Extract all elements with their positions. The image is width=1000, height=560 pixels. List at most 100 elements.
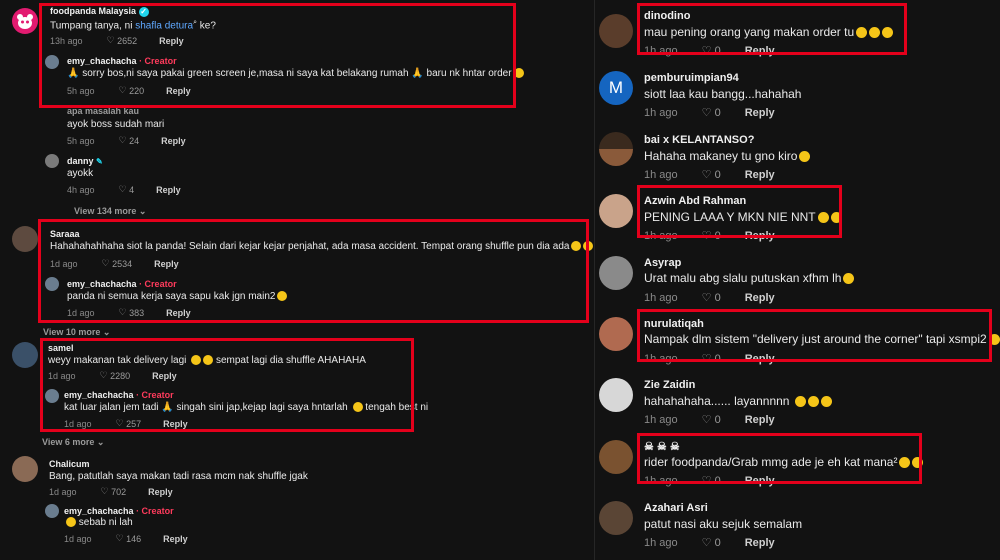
heart-icon: ♡ — [99, 370, 108, 380]
like-button[interactable]: ♡ 0 — [702, 413, 721, 427]
comment-meta: 1h ago ♡ 0 Reply — [644, 44, 775, 58]
right-comments-pane: dinodino mau pening orang yang makan ord… — [595, 0, 1000, 560]
like-button[interactable]: ♡ 0 — [702, 229, 721, 243]
like-count: 0 — [714, 352, 721, 365]
like-count: 4 — [129, 184, 135, 195]
comment-username[interactable]: emy_chachacha · Creator — [64, 506, 174, 516]
like-button[interactable]: ♡ 2534 — [102, 258, 133, 269]
username-text[interactable]: emy_chachacha — [64, 506, 134, 516]
like-button[interactable]: ♡ 0 — [702, 291, 721, 305]
reply-button[interactable]: Reply — [163, 419, 188, 429]
comment-username[interactable]: bai x KELANTANSO? — [644, 134, 754, 146]
avatar-azwin[interactable] — [599, 194, 633, 228]
reply-button[interactable]: Reply — [161, 136, 186, 146]
avatar-nurulatiqah[interactable] — [599, 317, 633, 351]
view-more-label: View 6 more — [42, 437, 95, 447]
heart-icon: ♡ — [701, 169, 712, 181]
view-more-replies-button[interactable]: View 6 more ⌄ — [42, 437, 104, 448]
reply-button[interactable]: Reply — [745, 475, 775, 487]
comment-username[interactable]: Asyrap — [644, 257, 681, 269]
comment-username[interactable]: emy_chachacha · Creator — [67, 56, 177, 66]
view-more-replies-button[interactable]: View 10 more ⌄ — [43, 327, 110, 338]
like-button[interactable]: ♡ 0 — [702, 44, 721, 58]
reply-button[interactable]: Reply — [745, 230, 775, 242]
username-text[interactable]: danny — [67, 156, 94, 166]
avatar-skull-user[interactable] — [599, 440, 633, 474]
like-count: 2652 — [117, 35, 138, 46]
comment-username[interactable]: Zie Zaidin — [644, 379, 695, 391]
reply-button[interactable]: Reply — [745, 45, 775, 57]
reply-button[interactable]: Reply — [745, 353, 775, 365]
comment-text-part: sempat lagi dia shuffle AHAHAHA — [213, 355, 366, 366]
comment-username[interactable]: emy_chachacha · Creator — [67, 279, 177, 289]
comment-username[interactable]: emy_chachacha · Creator — [64, 390, 174, 400]
reply-button[interactable]: Reply — [159, 36, 184, 46]
comment-username[interactable]: samel — [48, 343, 74, 353]
like-button[interactable]: ♡ 146 — [116, 533, 142, 544]
like-button[interactable]: ♡ 24 — [119, 135, 140, 146]
avatar-chalicum[interactable] — [12, 456, 38, 482]
avatar-danny[interactable] — [45, 154, 59, 168]
comment-username[interactable]: Azwin Abd Rahman — [644, 195, 746, 207]
avatar-saraaa[interactable] — [12, 226, 38, 252]
comment-username[interactable]: Chalicum — [49, 459, 90, 469]
mention-link[interactable]: shafla detura — [135, 20, 193, 31]
like-button[interactable]: ♡ 2652 — [107, 35, 138, 46]
username-text[interactable]: emy_chachacha — [64, 390, 134, 400]
comment-username[interactable]: dinodino — [644, 10, 690, 22]
reply-button[interactable]: Reply — [745, 107, 775, 119]
reply-button[interactable]: Reply — [166, 308, 191, 318]
reply-button[interactable]: Reply — [745, 414, 775, 426]
like-button[interactable]: ♡ 0 — [702, 352, 721, 366]
avatar-emy[interactable] — [45, 55, 59, 69]
comment-username[interactable]: Azahari Asri — [644, 502, 708, 514]
reply-button[interactable]: Reply — [148, 487, 173, 497]
like-button[interactable]: ♡ 0 — [702, 474, 721, 488]
reply-button[interactable]: Reply — [166, 86, 191, 96]
avatar-azahari-asri[interactable] — [599, 501, 633, 535]
comment-username[interactable]: apa masalah kau — [67, 106, 139, 116]
comment-meta: 1h ago ♡ 0 Reply — [644, 168, 775, 182]
comment-text-part: ke? — [196, 20, 216, 32]
like-button[interactable]: ♡ 702 — [101, 486, 127, 497]
username-text[interactable]: emy_chachacha — [67, 279, 137, 289]
like-button[interactable]: ♡ 0 — [702, 536, 721, 550]
avatar-samel[interactable] — [12, 342, 38, 368]
like-button[interactable]: ♡ 4 — [119, 184, 135, 195]
avatar-bai[interactable] — [599, 132, 633, 166]
username-text[interactable]: foodpanda Malaysia — [50, 6, 136, 16]
comment-username[interactable]: foodpanda Malaysia ✓ — [50, 6, 149, 17]
avatar-emy[interactable] — [45, 504, 59, 518]
avatar-pemburuimpian94[interactable]: M — [599, 71, 633, 105]
reply-button[interactable]: Reply — [163, 534, 188, 544]
reply-button[interactable]: Reply — [745, 292, 775, 304]
reply-button[interactable]: Reply — [156, 185, 181, 195]
avatar-dinodino[interactable] — [599, 14, 633, 48]
avatar-zie-zaidin[interactable] — [599, 378, 633, 412]
comment-username[interactable]: danny ✎ — [67, 156, 103, 166]
comment-username[interactable]: ☠ ☠ ☠ — [644, 440, 680, 453]
view-more-replies-button[interactable]: View 134 more ⌄ — [74, 206, 146, 217]
avatar-emy[interactable] — [45, 277, 59, 291]
like-button[interactable]: ♡ 383 — [119, 307, 145, 318]
like-count: 24 — [129, 135, 140, 146]
comment-username[interactable]: pemburuimpian94 — [644, 72, 739, 84]
like-count: 0 — [714, 44, 721, 57]
like-button[interactable]: ♡ 0 — [701, 168, 721, 182]
avatar-emy[interactable] — [45, 389, 59, 403]
reply-button[interactable]: Reply — [152, 371, 177, 381]
avatar-foodpanda[interactable] — [12, 8, 38, 34]
chevron-down-icon: ⌄ — [138, 206, 147, 216]
comment-time: 13h ago — [50, 35, 83, 46]
username-text[interactable]: emy_chachacha — [67, 56, 137, 66]
reply-button[interactable]: Reply — [745, 169, 775, 181]
reply-button[interactable]: Reply — [745, 537, 775, 549]
like-button[interactable]: ♡ 220 — [119, 85, 145, 96]
comment-username[interactable]: nurulatiqah — [644, 318, 704, 330]
avatar-asyrap[interactable] — [599, 256, 633, 290]
like-button[interactable]: ♡ 2280 — [100, 370, 131, 381]
comment-username[interactable]: Saraaa — [50, 229, 80, 239]
like-button[interactable]: ♡ 0 — [702, 106, 721, 120]
reply-button[interactable]: Reply — [154, 259, 179, 269]
like-button[interactable]: ♡ 257 — [116, 418, 142, 429]
